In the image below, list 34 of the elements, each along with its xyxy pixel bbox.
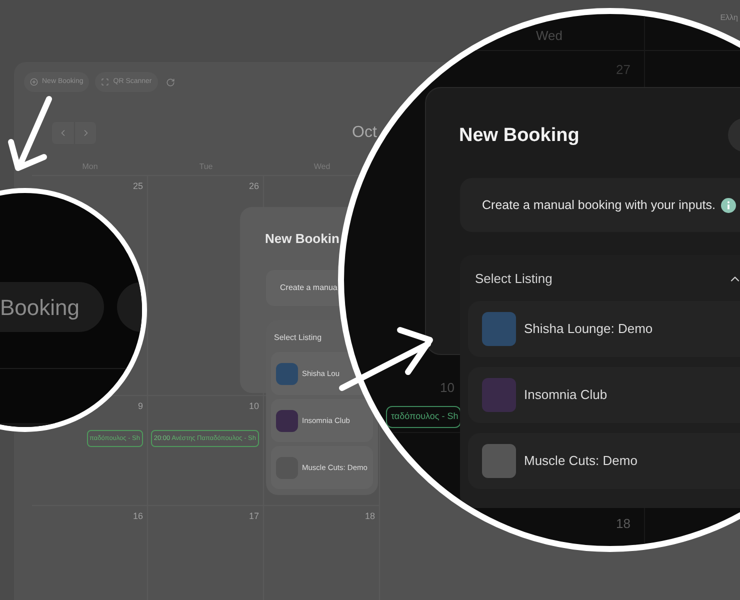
date-number: 10 <box>440 379 454 397</box>
listing-item[interactable]: Shisha Lounge: Demo <box>468 301 740 357</box>
photo-placeholder <box>482 444 516 478</box>
dialog-title: New Bookin <box>265 230 340 248</box>
listing-name: Shisha Lounge: Demo <box>524 320 653 338</box>
info-text: Create a manua <box>280 282 338 294</box>
date-number: 16 <box>132 510 143 523</box>
info-text: Create a manual booking with your inputs. <box>482 196 716 214</box>
listing-name: Insomnia Club <box>524 386 608 404</box>
plus-circle-icon <box>30 78 38 86</box>
listing-item[interactable]: Insomnia Club <box>468 367 740 423</box>
date-number: 9 <box>138 400 143 413</box>
language-label[interactable]: Ελλη <box>720 12 738 24</box>
select-label: Select Listing <box>273 332 323 344</box>
photo-placeholder <box>482 378 516 412</box>
photo-placeholder <box>276 362 298 384</box>
month-title: Oct <box>352 123 377 143</box>
select-label: Select Listing <box>475 270 552 288</box>
refresh-icon[interactable] <box>166 78 175 86</box>
date-number: 18 <box>616 515 630 533</box>
scan-icon <box>101 78 110 86</box>
listing-item[interactable]: Muscle Cuts: Demo <box>468 433 740 489</box>
listing-name: Muscle Cuts: Demo <box>524 452 638 470</box>
date-number: 17 <box>248 510 259 523</box>
photo-placeholder <box>482 312 516 346</box>
dialog-title: New Booking <box>459 124 580 148</box>
new-booking-button[interactable]: Booking <box>0 282 104 332</box>
date-number: 25 <box>132 180 143 193</box>
date-number: 26 <box>248 180 259 193</box>
date-number: 10 <box>248 400 259 413</box>
date-number: 18 <box>364 510 375 523</box>
photo-placeholder <box>276 410 298 432</box>
weekday-label: Wed <box>536 27 562 45</box>
info-icon <box>721 198 736 212</box>
